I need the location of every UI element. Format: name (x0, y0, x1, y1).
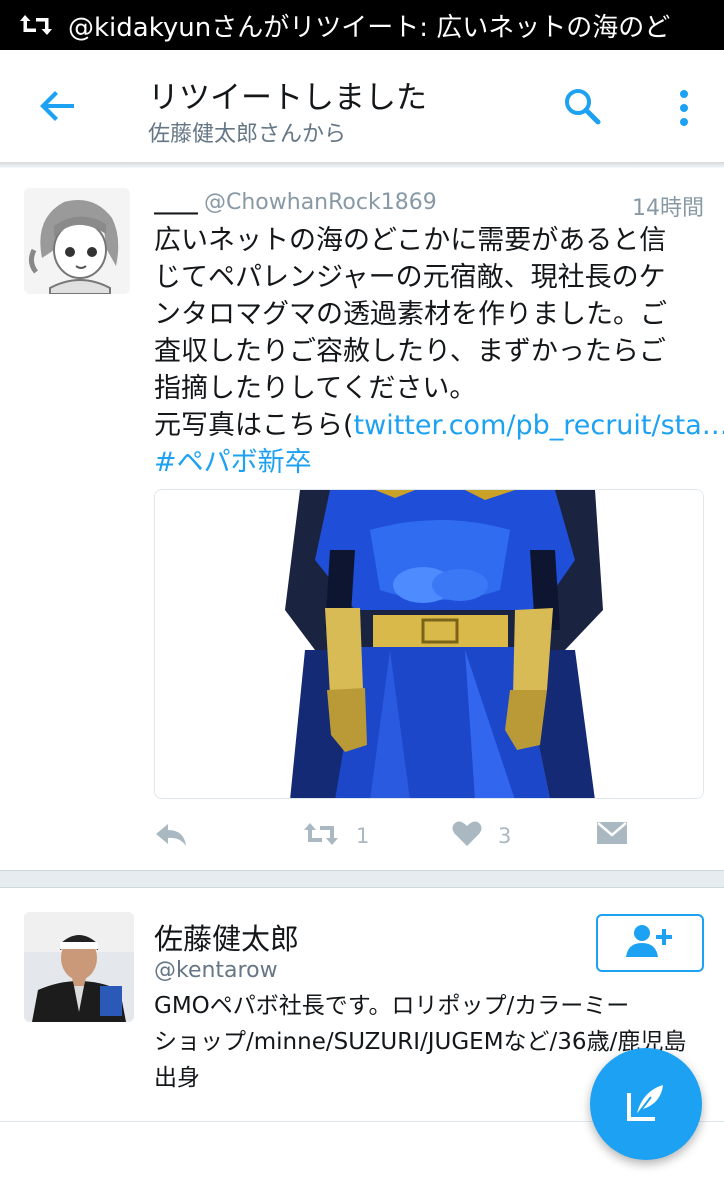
compose-icon (621, 1077, 671, 1131)
page-subtitle: 佐藤健太郎さんから (148, 122, 347, 147)
heart-icon (452, 820, 482, 852)
tweet-line: 査収したりご容赦したり、まずかったらご (154, 336, 666, 367)
tweet-link[interactable]: twitter.com/pb_recruit/sta… (354, 410, 724, 441)
author-name[interactable]: ____ (154, 190, 198, 215)
retweet-button[interactable]: 1 (302, 820, 369, 852)
tweet-line: じてペパレンジャーの元宿敵、現社長のケ (154, 262, 666, 293)
reply-button[interactable] (154, 820, 188, 852)
section-divider (0, 870, 724, 888)
bio-line: GMOペパボ社長です。ロリポップ/カラーミー (154, 993, 630, 1019)
user-handle[interactable]: @kentarow (154, 958, 278, 983)
tweet-time: 14時間 (632, 196, 704, 221)
like-count: 3 (498, 824, 512, 848)
search-icon[interactable] (562, 86, 602, 126)
hashtag-link[interactable]: #ペパボ新卒 (154, 444, 714, 481)
app-bar: リツイートしました 佐藤健太郎さんから (0, 50, 724, 162)
retweet-icon (18, 12, 54, 38)
tweet-line: ンタロマグマの透過素材を作りました。ご (154, 299, 667, 330)
avatar[interactable] (24, 188, 130, 294)
tweet-media-image[interactable] (154, 489, 704, 799)
user-avatar[interactable] (24, 912, 134, 1022)
envelope-icon (596, 820, 628, 850)
follow-button[interactable] (596, 914, 704, 972)
compose-tweet-button[interactable] (590, 1048, 702, 1160)
more-options-icon[interactable] (670, 88, 698, 128)
tweet-line: 指摘したりしてください。 (154, 373, 477, 404)
tweet-text: 広いネットの海のどこかに需要があると信 じてペパレンジャーの元宿敵、現社長のケ … (154, 222, 724, 481)
direct-message-button[interactable] (596, 820, 628, 850)
tweet-line: 広いネットの海のどこかに需要があると信 (154, 225, 667, 256)
notification-bar[interactable]: @kidakyunさんがリツイート: 広いネットの海のど (0, 0, 724, 50)
tweet-actions: 1 3 (154, 816, 634, 856)
retweet-count: 1 (356, 824, 370, 848)
author-handle[interactable]: @ChowhanRock1869 (204, 190, 437, 215)
tweet-header: ____ @ChowhanRock1869 14時間 (154, 190, 704, 221)
retweet-icon (302, 820, 340, 852)
page-title: リツイートしました (148, 80, 427, 116)
back-arrow-icon[interactable] (36, 84, 80, 128)
tweet-photo-line: 元写真はこちら(twitter.com/pb_recruit/sta…) (154, 407, 724, 444)
add-user-icon (624, 923, 676, 963)
user-name[interactable]: 佐藤健太郎 (154, 916, 299, 958)
reply-icon (154, 820, 188, 852)
photo-prefix: 元写真はこちら( (154, 410, 354, 441)
like-button[interactable]: 3 (452, 820, 511, 852)
tweet[interactable]: ____ @ChowhanRock1869 14時間 広いネットの海のどこかに需要… (0, 168, 724, 870)
notification-text: @kidakyunさんがリツイート: 広いネットの海のど (68, 12, 671, 43)
